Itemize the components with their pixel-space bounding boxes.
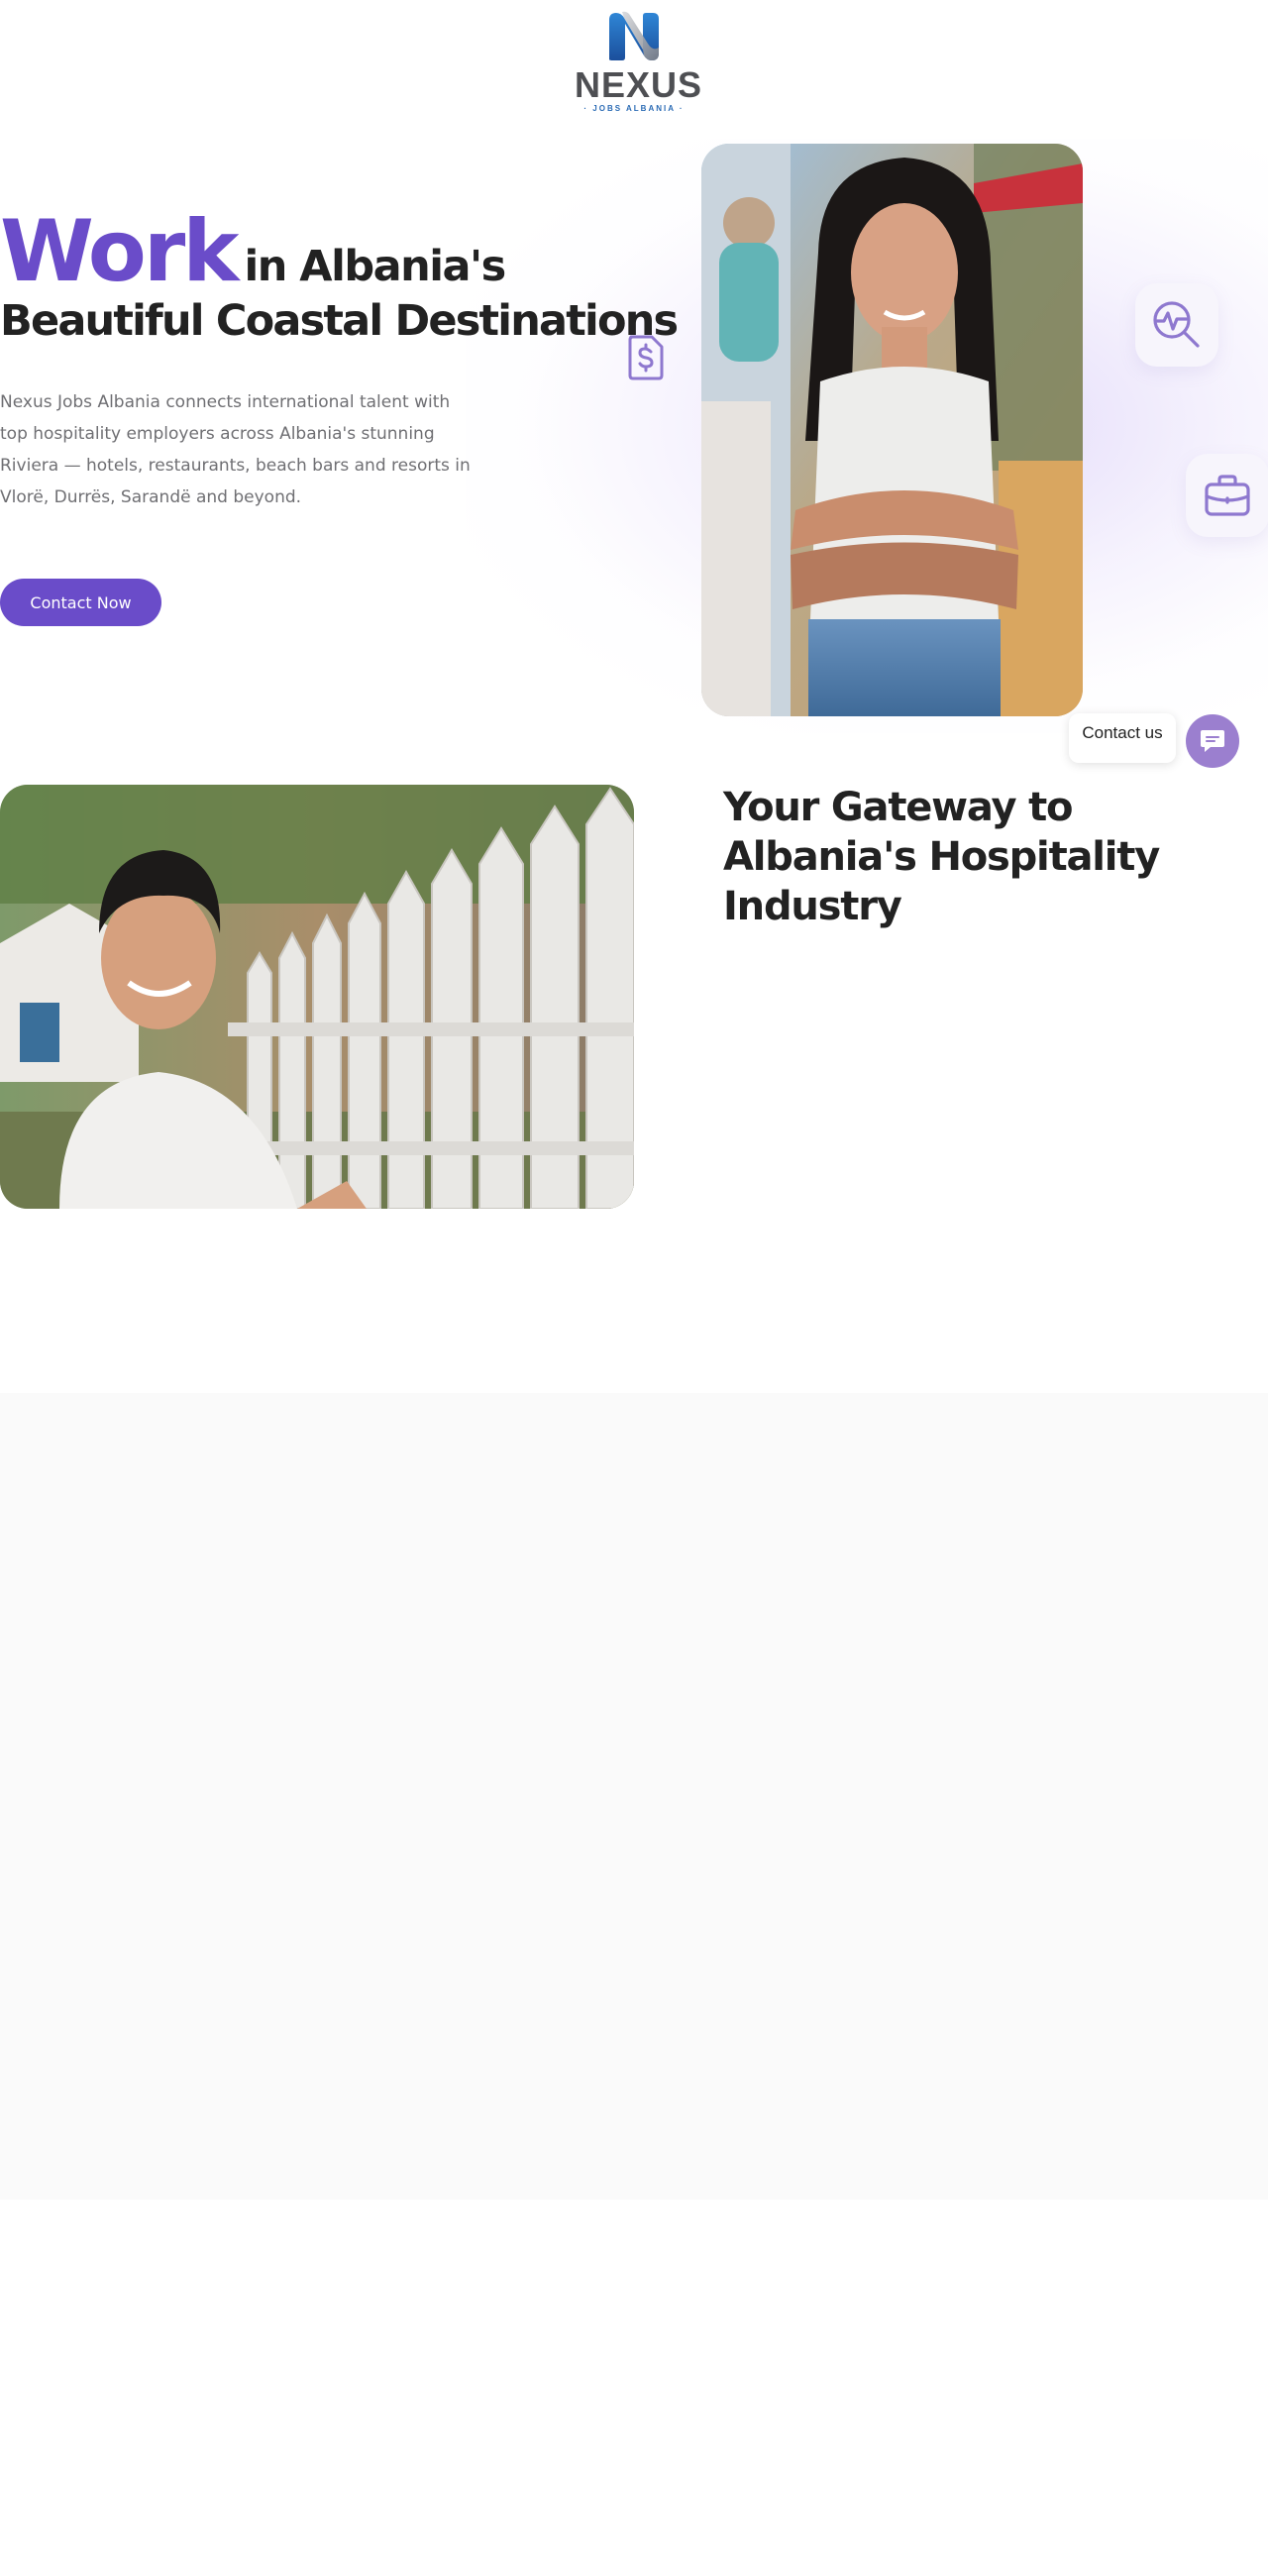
content-band [0, 1393, 1268, 2200]
about-section-title: Your Gateway to Albania's Hospitality In… [723, 785, 1160, 929]
search-activity-card [1135, 283, 1218, 367]
hero-title-line2: Beautiful Coastal Destinations [0, 296, 679, 346]
chat-icon [1201, 730, 1224, 752]
logo-tagline: · JOBS ALBANIA · [583, 104, 685, 113]
hero-description: Nexus Jobs Albania connects internationa… [0, 392, 471, 507]
chat-tooltip[interactable]: Contact us [1069, 713, 1176, 763]
logo-wordmark: NEXUS [575, 64, 703, 105]
hero-title-highlight: Work [0, 202, 239, 301]
dollar-document-icon [624, 333, 668, 387]
hero-photo-woman [701, 144, 1083, 716]
about-photo-man [0, 785, 634, 1209]
logo-n-icon [609, 11, 659, 60]
contact-now-button[interactable]: Contact Now [0, 579, 161, 626]
briefcase-icon [1205, 475, 1250, 516]
briefcase-card [1186, 454, 1268, 537]
site-logo[interactable]: NEXUS · JOBS ALBANIA · [575, 8, 703, 115]
hero-title-rest: in Albania's [244, 242, 506, 291]
search-activity-icon [1153, 301, 1200, 348]
chat-button[interactable] [1186, 714, 1239, 768]
hero-title-line1: Work in Albania's [0, 202, 506, 301]
